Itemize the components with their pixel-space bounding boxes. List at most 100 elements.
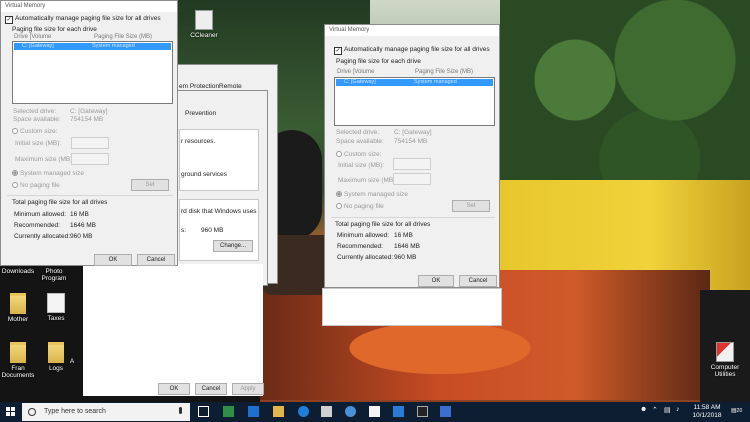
windows-logo-part [11,407,15,411]
recommended-value: 1646 MB [70,222,97,229]
radio-selected-icon [336,191,342,197]
processor-text: r resources. [181,138,216,145]
auto-manage-checkbox[interactable]: ✓ Automatically manage paging file size f… [334,46,490,55]
checkbox-checked-icon: ✓ [5,16,13,24]
system-managed-radio[interactable]: System managed size [336,191,408,198]
utilities-icon [716,342,734,362]
selected-drive-label: Selected drive: [336,129,379,136]
tab-remote[interactable]: Remote [219,83,242,90]
start-button[interactable] [6,407,16,417]
initial-size-input[interactable] [71,137,109,149]
windows-logo-icon [6,407,10,411]
tab-system-protection[interactable]: em Protection [179,83,219,90]
checkbox-checked-icon: ✓ [334,47,342,55]
ok-button[interactable]: OK [418,275,454,287]
desktop-icon-photo-program[interactable]: Photo Program [34,268,74,282]
window-title: Virtual Memory [1,1,177,12]
total-paging-group-label: Total paging file size for all drives [12,199,108,206]
window-title: Virtual Memory [325,25,499,36]
column-size: Paging File Size (MB) [94,34,153,40]
media-app-icon[interactable] [345,406,356,417]
radio-icon [12,128,18,134]
people-icon[interactable]: ☻ [640,406,647,413]
store-icon[interactable] [248,406,259,417]
space-available-value: 754154 MB [394,138,428,145]
clock-date: 10/1/2018 [692,412,722,419]
total-paging-group-label: Total paging file size for all drives [335,221,431,228]
ccleaner-icon [195,10,213,30]
photos-app-icon[interactable] [223,406,234,417]
document-app-icon[interactable] [369,406,380,417]
network-icon[interactable]: ▤ [664,406,671,414]
cancel-button[interactable]: Cancel [137,254,175,266]
tab-data-execution-prevention[interactable]: Prevention [185,110,216,117]
search-input[interactable]: Type here to search [22,403,190,421]
action-center-icon[interactable]: ▤20 [731,407,742,414]
custom-size-radio[interactable]: Custom size: [336,151,382,158]
radio-icon [336,203,342,209]
file-explorer-icon[interactable] [273,406,284,417]
desktop-icon-ccleaner[interactable]: CCleaner [182,10,226,39]
group-label: Paging file size for each drive [336,58,421,65]
system-clock[interactable]: 11:58 AM 10/1/2018 [690,404,724,420]
divider [7,195,173,196]
space-available-value: 754154 MB [70,116,104,123]
currently-allocated-value: 960 MB [70,233,93,240]
group-label: Paging file size for each drive [12,26,97,33]
set-button[interactable]: Set [131,179,169,191]
desktop-icon-taxes[interactable]: Taxes [34,293,78,322]
desktop-icon-computer-utilities[interactable]: Computer Utilities [702,342,748,378]
desktop-icon-partial[interactable]: A [62,358,82,365]
drive-list[interactable]: C: [Gateway] System managed [12,41,173,104]
command-prompt-icon[interactable] [417,406,428,417]
taskbar: Type here to search ☻ ⌃ ▤ ♪ 11:58 AM 10/… [0,402,750,422]
mail-icon[interactable] [321,406,332,417]
selected-drive-label: Selected drive: [13,108,56,115]
system-settings-icon[interactable] [440,406,451,417]
folder-icon [10,293,26,314]
maximum-size-input[interactable] [393,173,431,185]
perf-cancel-button[interactable]: Cancel [195,383,227,395]
word-app-icon[interactable] [393,406,404,417]
drive-list-item[interactable]: C: [Gateway] System managed [14,43,171,50]
drive-list-item[interactable]: C: [Gateway] System managed [336,79,493,86]
no-paging-file-radio[interactable]: No paging file [12,182,60,189]
change-button[interactable]: Change... [213,240,253,252]
minimum-allowed-label: Minimum allowed: [337,232,390,239]
set-button[interactable]: Set [452,200,490,212]
drive-list[interactable]: C: [Gateway] System managed [334,77,495,126]
volume-icon[interactable]: ♪ [676,406,680,413]
radio-icon [12,182,18,188]
blank-panel-left [83,264,263,396]
initial-size-label: Initial size (MB): [15,140,62,147]
edge-browser-icon[interactable] [298,406,309,417]
space-available-label: Space available: [336,138,384,145]
radio-selected-icon [12,170,18,176]
task-view-icon[interactable] [198,406,209,417]
auto-manage-checkbox[interactable]: ✓ Automatically manage paging file size f… [5,15,161,24]
minimum-allowed-value: 16 MB [394,232,413,239]
folder-icon [10,342,26,363]
total-paging-label: s: [181,227,187,234]
selected-drive-value: C: [Gateway] [394,129,432,136]
divider [331,217,495,218]
initial-size-input[interactable] [393,158,431,170]
ok-button[interactable]: OK [94,254,132,266]
clock-time: 11:58 AM [693,404,721,411]
perf-ok-button[interactable]: OK [158,383,190,395]
cancel-button[interactable]: Cancel [459,275,497,287]
background-services-text: ground services [181,171,227,178]
maximum-size-input[interactable] [71,153,109,165]
custom-size-radio[interactable]: Custom size: [12,128,58,135]
minimum-allowed-label: Minimum allowed: [14,211,67,218]
performance-options-dialog: Prevention r resources. ground services … [174,90,268,286]
virtual-memory-dialog-left: Virtual Memory ✓ Automatically manage pag… [0,0,178,266]
system-managed-radio[interactable]: System managed size [12,170,84,177]
microphone-icon[interactable] [179,407,182,414]
column-drive: Drive [Volume [337,69,375,75]
perf-apply-button[interactable]: Apply [232,383,264,395]
no-paging-file-radio[interactable]: No paging file [336,203,384,210]
tray-chevron-icon[interactable]: ⌃ [652,406,658,414]
virtual-memory-dialog-right: Virtual Memory ✓ Automatically manage pag… [324,24,500,288]
document-icon [47,293,65,313]
